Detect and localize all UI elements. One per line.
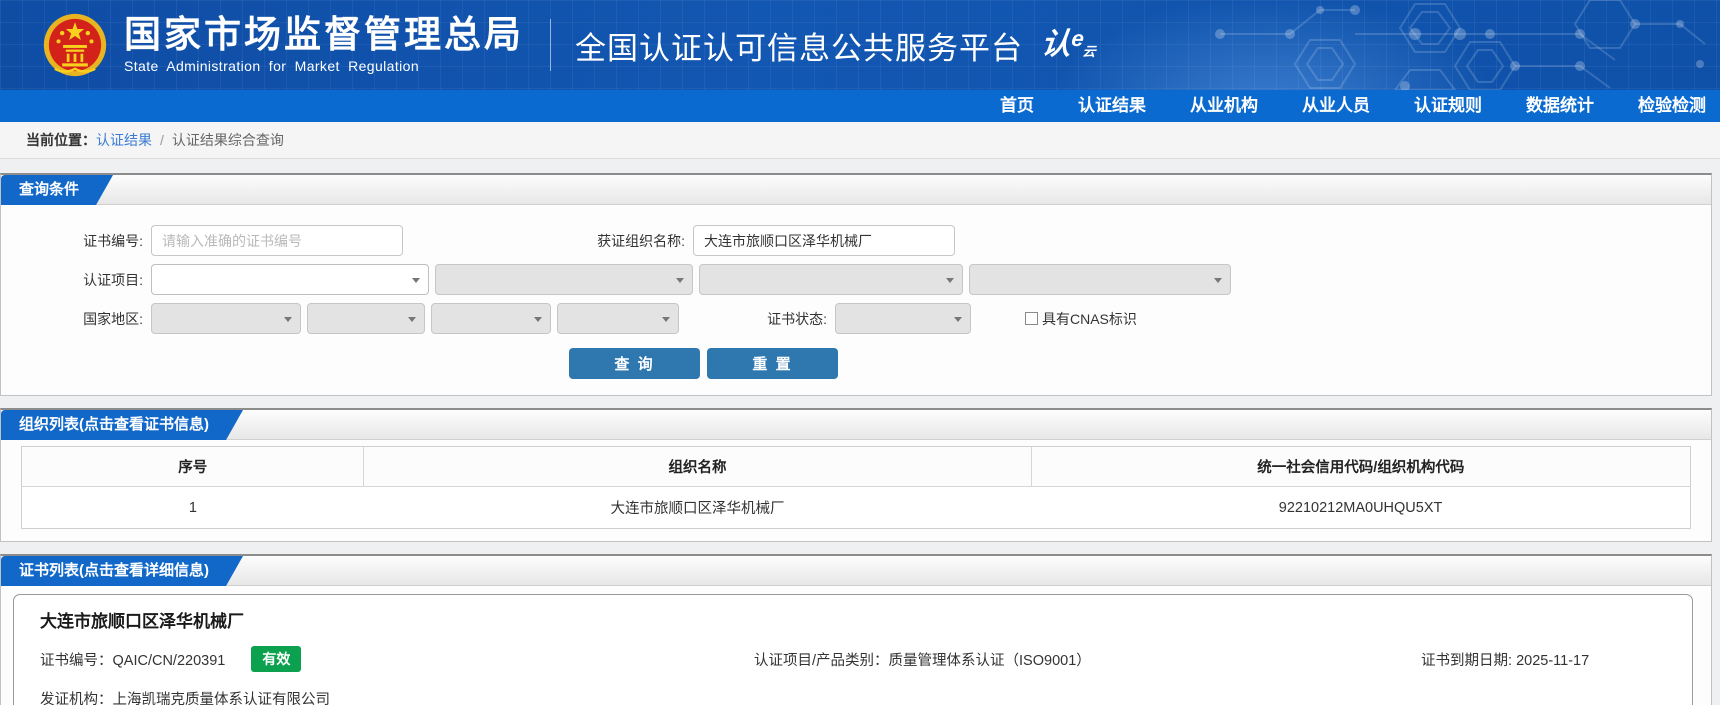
query-panel-tab: 查询条件 (1, 175, 113, 205)
query-panel: 查询条件 证书编号: 获证组织名称: 认证项目: 国家地区: (0, 173, 1712, 396)
org-row-code: 92210212MA0UHQU5XT (1278, 499, 1443, 516)
project-select-level1[interactable] (151, 264, 429, 295)
region-label: 国家地区: (83, 310, 143, 327)
org-list-panel-header: 组织列表(点击查看证书信息) (1, 410, 1711, 440)
cert-list-panel-header: 证书列表(点击查看详细信息) (1, 556, 1711, 586)
query-form: 证书编号: 获证组织名称: 认证项目: 国家地区: 证书状态: (1, 205, 1711, 395)
cert-project-value: 质量管理体系认证（ISO9001） (888, 652, 1091, 669)
platform-title: 全国认证认可信息公共服务平台 (575, 30, 1023, 66)
cert-expiry-field-label: 证书到期日期: (1421, 652, 1517, 669)
breadcrumb-link-certification-results[interactable]: 认证结果 (96, 132, 152, 148)
org-subtitle: State Administration for Market Regulati… (124, 57, 420, 74)
national-emblem-logo (43, 13, 107, 77)
cert-no-input[interactable] (151, 225, 403, 256)
cert-no-field-label: 证书编号： (40, 653, 113, 669)
org-list-body: 序号 组织名称 统一社会信用代码/组织机构代码 1 大连市旅顺口区泽华机械厂 9… (1, 446, 1711, 529)
org-table-header-index: 序号 (22, 447, 364, 487)
cert-org-name: 大连市旅顺口区泽华机械厂 (40, 612, 244, 631)
org-row-name: 大连市旅顺口区泽华机械厂 (610, 501, 785, 517)
chevron-down-icon (1214, 278, 1222, 283)
chevron-down-icon (946, 278, 954, 283)
page-main: 查询条件 证书编号: 获证组织名称: 认证项目: 国家地区: (0, 159, 1720, 705)
org-table-row[interactable]: 1 大连市旅顺口区泽华机械厂 92210212MA0UHQU5XT (22, 487, 1690, 529)
nav-item-data-statistics[interactable]: 数据统计 (1526, 90, 1594, 122)
org-table: 序号 组织名称 统一社会信用代码/组织机构代码 1 大连市旅顺口区泽华机械厂 9… (22, 447, 1690, 528)
cert-list-panel: 证书列表(点击查看详细信息) 大连市旅顺口区泽华机械厂 证书编号：QAIC/CN… (0, 554, 1712, 705)
main-nav: 首页 认证结果 从业机构 从业人员 认证规则 数据统计 检验检测 (0, 90, 1720, 122)
cert-no-value: QAIC/CN/220391 (112, 653, 226, 669)
breadcrumb-separator: / (160, 132, 164, 148)
certificate-card[interactable]: 大连市旅顺口区泽华机械厂 证书编号：QAIC/CN/220391 有效 认证项目/… (13, 594, 1693, 705)
nav-item-certification-results[interactable]: 认证结果 (1078, 90, 1146, 122)
renyiyun-logo: 认e云 (1039, 26, 1097, 61)
cert-expiry-value: 2025-11-17 (1516, 652, 1590, 669)
org-row-index: 1 (188, 499, 197, 516)
org-table-header-row: 序号 组织名称 统一社会信用代码/组织机构代码 (22, 447, 1690, 487)
region-select-district (557, 303, 679, 334)
chevron-down-icon (284, 317, 292, 322)
cert-project-line: 认证项目/产品类别：质量管理体系认证（ISO9001） (754, 649, 1421, 670)
cert-status-badge: 有效 (251, 646, 302, 672)
org-title: 国家市场监督管理总局 (124, 14, 524, 56)
project-select-level3 (699, 264, 963, 295)
region-select-city (431, 303, 551, 334)
breadcrumb-current-page: 认证结果综合查询 (171, 132, 284, 148)
project-select-level2 (435, 264, 693, 295)
site-header: 国家市场监督管理总局 State Administration for Mark… (0, 0, 1720, 90)
cert-issuer-field-label: 发证机构： (40, 692, 113, 705)
logo-char-ren: 认 (1039, 28, 1073, 61)
org-list-panel-tab: 组织列表(点击查看证书信息) (1, 410, 243, 440)
cert-project-label: 认证项目: (83, 271, 143, 288)
cnas-filter: 具有CNAS标识 (1025, 309, 1137, 329)
cnas-checkbox[interactable] (1025, 312, 1038, 325)
cert-project-field-label: 认证项目/产品类别： (754, 652, 889, 669)
chevron-down-icon (412, 278, 420, 283)
region-select-country (151, 303, 301, 334)
region-select-province (307, 303, 425, 334)
form-row-certificate: 证书编号: 获证组织名称: (1, 225, 1711, 256)
nav-item-home[interactable]: 首页 (1000, 90, 1034, 122)
cert-no-line: 证书编号：QAIC/CN/220391 有效 (40, 646, 754, 672)
cert-list-panel-tab: 证书列表(点击查看详细信息) (1, 556, 243, 586)
breadcrumb-label: 当前位置： (26, 132, 96, 148)
org-table-header-code: 统一社会信用代码/组织机构代码 (1030, 447, 1690, 487)
cert-status-select (835, 303, 971, 334)
nav-item-inspection-testing[interactable]: 检验检测 (1638, 90, 1706, 122)
query-panel-header: 查询条件 (1, 175, 1711, 205)
chevron-down-icon (676, 278, 684, 283)
reset-button[interactable]: 重 置 (707, 348, 838, 379)
query-button-row: 查 询 重 置 (1, 348, 1711, 379)
header-divider (550, 19, 551, 71)
org-name-input[interactable] (693, 225, 955, 256)
cert-no-label: 证书编号: (83, 232, 143, 249)
chevron-down-icon (662, 317, 670, 322)
cert-status-label: 证书状态: (767, 310, 827, 327)
org-name-label: 获证组织名称: (597, 232, 685, 249)
nav-item-practitioners[interactable]: 从业人员 (1302, 90, 1370, 122)
chevron-down-icon (408, 317, 416, 322)
org-table-header-name: 组织名称 (363, 447, 1032, 487)
chevron-down-icon (534, 317, 542, 322)
cert-issuer-value: 上海凯瑞克质量体系认证有限公司 (112, 692, 331, 705)
chevron-down-icon (954, 317, 962, 322)
form-row-region: 国家地区: 证书状态: 具有CNAS标识 (1, 303, 1711, 334)
cert-expiry-line: 证书到期日期: 2025-11-17 (1421, 649, 1666, 670)
cnas-checkbox-label: 具有CNAS标识 (1042, 310, 1137, 327)
cert-info-row: 证书编号：QAIC/CN/220391 有效 认证项目/产品类别：质量管理体系认证… (40, 646, 1666, 672)
org-table-wrap: 序号 组织名称 统一社会信用代码/组织机构代码 1 大连市旅顺口区泽华机械厂 9… (21, 446, 1691, 529)
logo-char-yun: 云 (1081, 44, 1097, 59)
org-list-panel: 组织列表(点击查看证书信息) 序号 组织名称 统一社会信用代码/组织机构代码 1 (0, 408, 1712, 542)
cert-list-body: 大连市旅顺口区泽华机械厂 证书编号：QAIC/CN/220391 有效 认证项目/… (1, 586, 1711, 705)
form-row-project: 认证项目: (1, 264, 1711, 295)
project-select-level4 (969, 264, 1231, 295)
search-button[interactable]: 查 询 (569, 348, 700, 379)
nav-item-certification-rules[interactable]: 认证规则 (1414, 90, 1482, 122)
nav-item-practicing-institutions[interactable]: 从业机构 (1190, 90, 1258, 122)
cert-issuer-line: 发证机构：上海凯瑞克质量体系认证有限公司 (40, 688, 1666, 705)
breadcrumb: 当前位置：认证结果 / 认证结果综合查询 (0, 122, 1720, 159)
